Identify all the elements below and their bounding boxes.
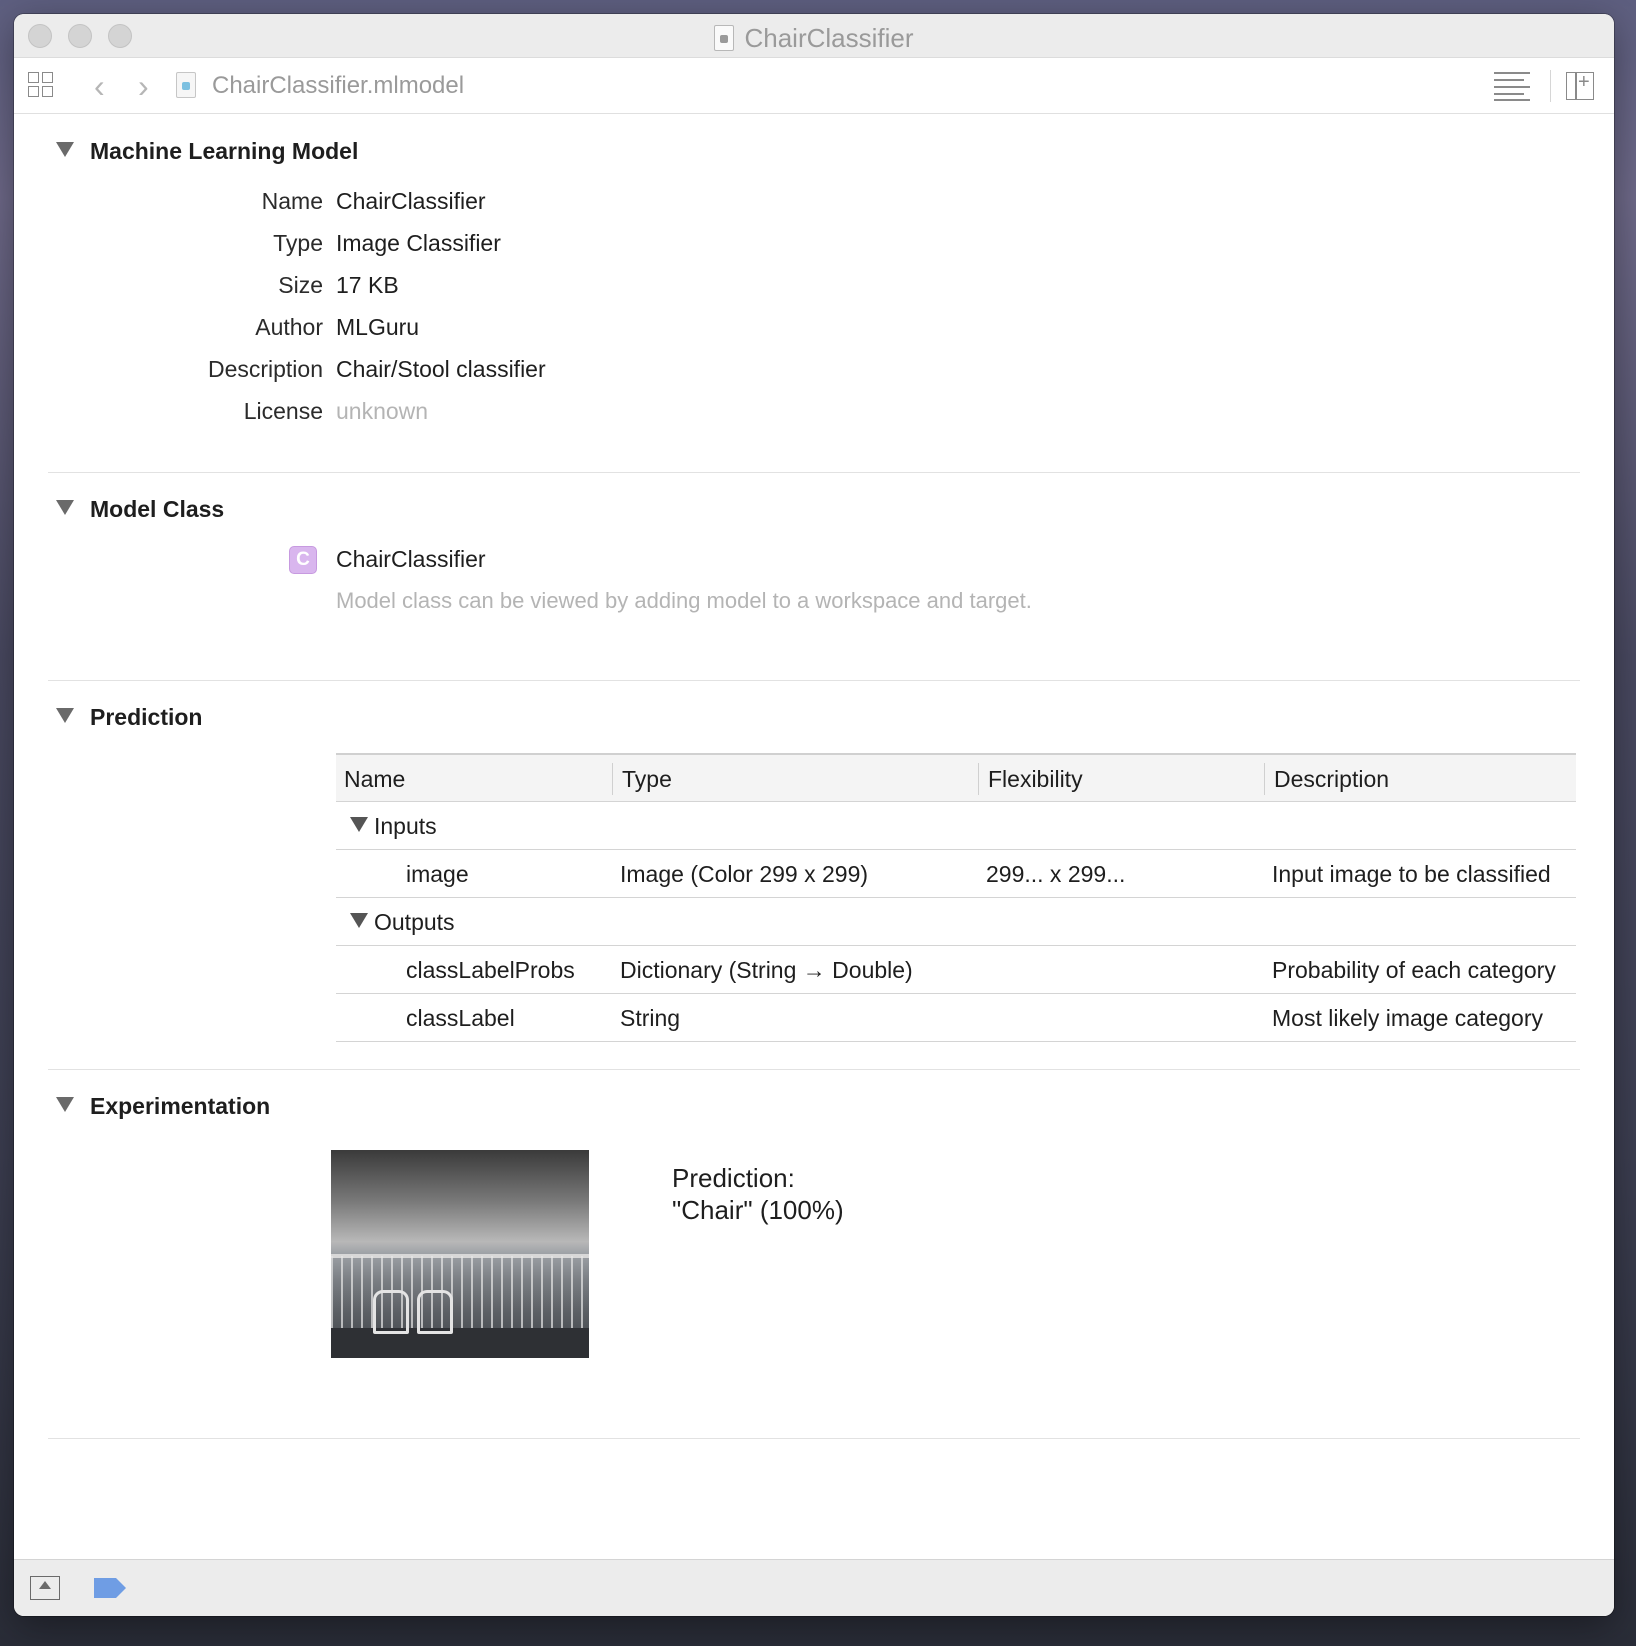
image-deck [331, 1328, 589, 1358]
feature-type: Dictionary (String → Double) [620, 957, 913, 983]
feature-name: classLabel [406, 1005, 515, 1031]
preview-image-drop-well[interactable] [331, 1150, 589, 1358]
window-title-text: ChairClassifier [744, 23, 914, 53]
section-machine-learning-model: Machine Learning Model Name ChairClassif… [48, 115, 1580, 473]
prop-label: License [243, 398, 323, 424]
section-header-model-class[interactable]: Model Class [56, 496, 224, 523]
bottom-bar [14, 1559, 1614, 1616]
table-header-row: Name Type Flexibility Description [336, 755, 1576, 802]
breakpoint-tag-icon[interactable] [94, 1578, 126, 1598]
prop-label: Name [261, 188, 323, 214]
feature-description: Input image to be classified [1272, 861, 1551, 887]
inputs-group-row[interactable]: Inputs [336, 802, 1576, 850]
model-inspector: Machine Learning Model Name ChairClassif… [14, 115, 1614, 1559]
window-title: ChairClassifier [14, 23, 1614, 54]
class-icon: C [289, 546, 317, 574]
disclosure-triangle-icon[interactable] [56, 500, 74, 515]
chevron-right-icon[interactable]: › [138, 70, 149, 102]
prop-value: MLGuru [336, 314, 420, 340]
prop-value: Chair/Stool classifier [336, 356, 546, 382]
xcode-window: ChairClassifier ‹ › ChairClassifier.mlmo… [14, 14, 1614, 1616]
prop-label: Type [273, 230, 323, 256]
breadcrumb[interactable]: ChairClassifier.mlmodel [212, 72, 464, 100]
table-row[interactable]: classLabelProbs Dictionary (String → Dou… [336, 946, 1576, 994]
image-railing [331, 1256, 589, 1330]
prop-label: Description [207, 356, 323, 382]
prop-row-description: Description Chair/Stool classifier [48, 356, 848, 386]
model-class-entry: C ChairClassifier Model class can be vie… [48, 546, 1580, 626]
feature-description: Most likely image category [1272, 1005, 1543, 1031]
prop-value: Image Classifier [336, 230, 501, 256]
prop-row-author: Author MLGuru [48, 314, 848, 344]
prop-label: Author [255, 314, 323, 340]
section-title: Machine Learning Model [90, 138, 359, 164]
feature-name: image [406, 861, 469, 887]
feature-name: classLabelProbs [406, 957, 575, 983]
section-model-class: Model Class C ChairClassifier Model clas… [48, 473, 1580, 681]
image-chair [417, 1290, 453, 1334]
column-header-type[interactable]: Type [622, 766, 672, 793]
section-experimentation: Experimentation Prediction: "Chair" (100… [48, 1070, 1580, 1439]
prediction-label: Prediction: [672, 1163, 795, 1193]
mlmodel-file-icon [176, 72, 196, 98]
feature-flexibility: 299... x 299... [986, 861, 1126, 887]
add-editor-pane-icon[interactable] [1566, 71, 1594, 100]
model-class-name: ChairClassifier [336, 546, 486, 572]
disclosure-triangle-icon[interactable] [350, 913, 368, 928]
prop-value: unknown [336, 398, 429, 424]
prop-row-size: Size 17 KB [48, 272, 848, 302]
prediction-value: "Chair" (100%) [672, 1195, 844, 1225]
section-title: Prediction [90, 704, 203, 730]
prop-row-name: Name ChairClassifier [48, 188, 848, 218]
table-row[interactable]: classLabel String Most likely image cate… [336, 994, 1576, 1042]
prop-value: 17 KB [336, 272, 399, 298]
column-header-description[interactable]: Description [1274, 766, 1389, 793]
disclosure-triangle-icon[interactable] [56, 708, 74, 723]
section-header-prediction[interactable]: Prediction [56, 704, 202, 731]
group-label: Outputs [374, 909, 455, 935]
prop-value: ChairClassifier [336, 188, 486, 214]
title-bar: ChairClassifier [14, 14, 1614, 58]
group-label: Inputs [374, 813, 437, 839]
section-header-model[interactable]: Machine Learning Model [56, 138, 358, 165]
prop-label: Size [278, 272, 323, 298]
section-prediction: Prediction Name Type Flexibility Descrip… [48, 681, 1580, 1070]
prop-row-license: License unknown [48, 398, 848, 428]
prediction-result: Prediction: "Chair" (100%) [672, 1162, 844, 1226]
related-items-grid-icon[interactable] [28, 72, 56, 100]
chevron-left-icon[interactable]: ‹ [94, 70, 105, 102]
table-row[interactable]: image Image (Color 299 x 299) 299... x 2… [336, 850, 1576, 898]
section-title: Experimentation [90, 1093, 271, 1119]
mlmodel-file-icon [714, 25, 735, 51]
jump-bar: ‹ › ChairClassifier.mlmodel [14, 58, 1614, 114]
column-header-name[interactable]: Name [344, 766, 405, 793]
feature-description: Probability of each category [1272, 957, 1556, 983]
image-chair [373, 1290, 409, 1334]
model-class-note: Model class can be viewed by adding mode… [336, 588, 1032, 613]
feature-type: Image (Color 299 x 299) [620, 861, 869, 887]
outputs-group-row[interactable]: Outputs [336, 898, 1576, 946]
editor-options-lines-icon[interactable] [1494, 72, 1530, 101]
section-header-experimentation[interactable]: Experimentation [56, 1093, 270, 1120]
disclosure-triangle-icon[interactable] [350, 817, 368, 832]
toolbar-divider [1550, 70, 1551, 102]
prop-row-type: Type Image Classifier [48, 230, 848, 260]
show-debug-area-icon[interactable] [30, 1576, 60, 1600]
column-header-flexibility[interactable]: Flexibility [988, 766, 1083, 793]
prediction-table: Name Type Flexibility Description Inputs… [336, 753, 1576, 1042]
feature-type: String [620, 1005, 681, 1031]
disclosure-triangle-icon[interactable] [56, 1097, 74, 1112]
section-title: Model Class [90, 496, 225, 522]
disclosure-triangle-icon[interactable] [56, 142, 74, 157]
